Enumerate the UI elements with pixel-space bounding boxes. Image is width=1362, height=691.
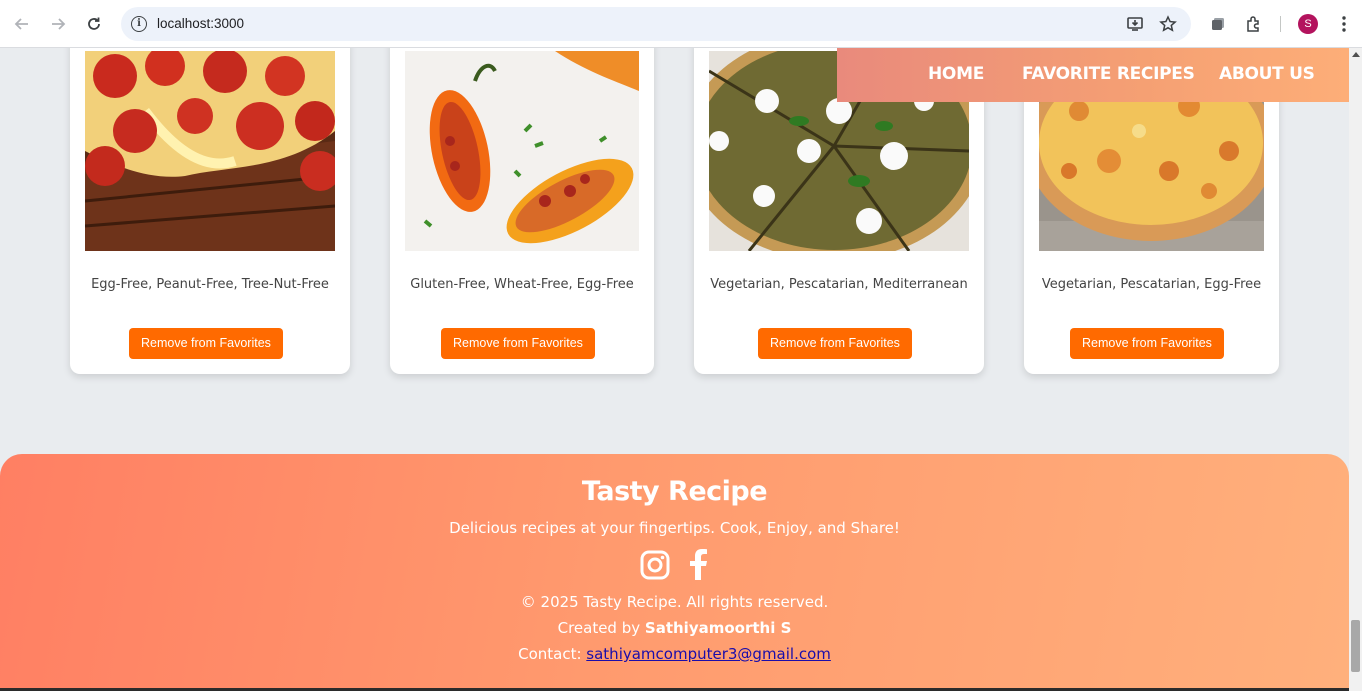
browser-toolbar: i localhost:3000 S [0,0,1362,48]
created-by-label: Created by [557,619,645,637]
address-bar[interactable]: i localhost:3000 [121,7,1191,41]
social-links [640,548,720,582]
remove-from-favorites-button[interactable]: Remove from Favorites [441,328,595,359]
recipe-tags: Gluten-Free, Wheat-Free, Egg-Free [410,277,634,292]
facebook-icon[interactable] [688,548,708,584]
footer-copyright: © 2025 Tasty Recipe. All rights reserved… [520,593,829,611]
recipe-image-stuffed-peppers[interactable] [405,51,639,251]
site-footer: Tasty Recipe Delicious recipes at your f… [0,454,1349,691]
remove-from-favorites-button[interactable]: Remove from Favorites [758,328,912,359]
recipe-tags: Vegetarian, Pescatarian, Mediterranean [710,277,968,292]
reload-icon[interactable] [82,12,106,36]
top-navigation: HOME FAVORITE RECIPES ABOUT US [837,48,1349,102]
profile-avatar[interactable]: S [1298,14,1318,34]
extensions-icon[interactable] [1242,12,1266,36]
recipe-card: Egg-Free, Peanut-Free, Tree-Nut-Free Rem… [70,48,350,374]
instagram-icon[interactable] [640,550,670,584]
back-icon[interactable] [10,12,34,36]
footer-tagline: Delicious recipes at your fingertips. Co… [449,519,900,537]
forward-icon[interactable] [46,12,70,36]
menu-kebab-icon[interactable] [1332,12,1356,36]
recipe-tags: Egg-Free, Peanut-Free, Tree-Nut-Free [91,277,329,292]
nav-about-us[interactable]: ABOUT US [1219,64,1315,84]
scroll-up-arrow-icon[interactable] [1352,52,1360,57]
nav-favorite-recipes[interactable]: FAVORITE RECIPES [1022,64,1195,84]
contact-label: Contact: [518,645,587,663]
tab-search-icon[interactable] [1206,12,1230,36]
remove-from-favorites-button[interactable]: Remove from Favorites [129,328,283,359]
toolbar-divider [1280,16,1281,32]
nav-home[interactable]: HOME [928,64,984,84]
url-text[interactable]: localhost:3000 [157,16,244,31]
page-scrollbar[interactable] [1349,48,1362,691]
author-name: Sathiyamoorthi S [644,619,792,637]
contact-email-link[interactable]: sathiyamcomputer3@gmail.com [586,645,831,663]
page-viewport: Egg-Free, Peanut-Free, Tree-Nut-Free Rem… [0,48,1349,691]
footer-contact: Contact: sathiyamcomputer3@gmail.com [0,645,1349,663]
recipe-card: Gluten-Free, Wheat-Free, Egg-Free Remove… [390,48,654,374]
footer-title: Tasty Recipe [581,476,768,507]
scrollbar-thumb[interactable] [1351,620,1360,672]
install-app-icon[interactable] [1125,14,1145,34]
recipe-image-pepperoni-pizza[interactable] [85,51,335,251]
recipe-tags: Vegetarian, Pescatarian, Egg-Free [1041,277,1262,292]
footer-credits: Created by Sathiyamoorthi S [0,619,1349,637]
site-info-icon[interactable]: i [131,16,147,32]
remove-from-favorites-button[interactable]: Remove from Favorites [1070,328,1224,359]
bookmark-star-icon[interactable] [1158,14,1178,34]
